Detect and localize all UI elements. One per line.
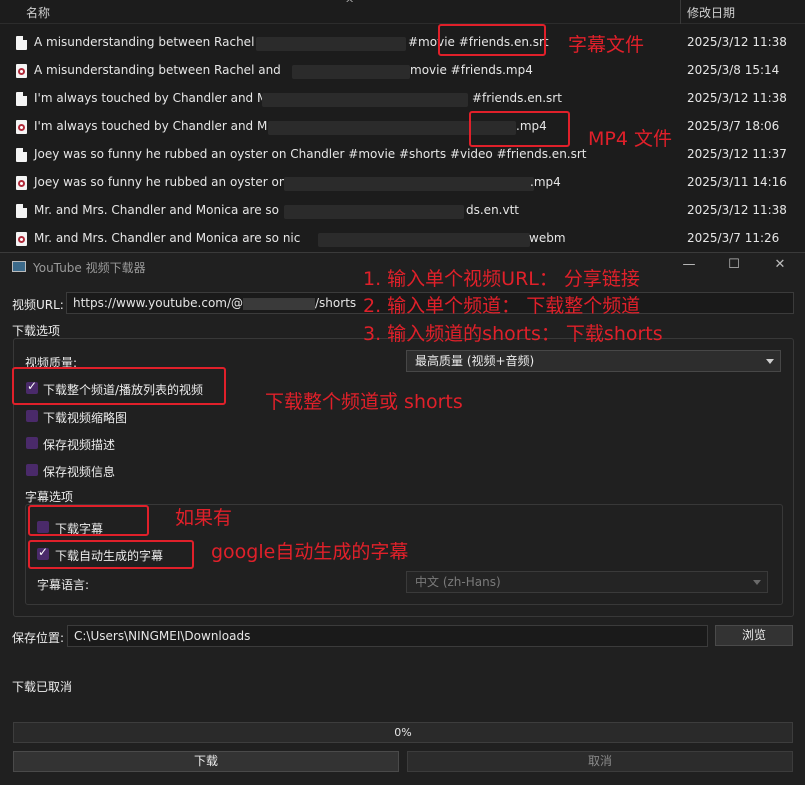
file-row[interactable]: A misunderstanding between Rachel a #mov… <box>0 30 805 58</box>
file-row[interactable]: I'm always touched by Chandler and Mo .m… <box>0 114 805 142</box>
file-date: 2025/3/7 18:06 <box>687 119 780 133</box>
download-button[interactable]: 下载 <box>13 751 399 772</box>
close-icon[interactable]: ✕ <box>770 257 790 272</box>
file-date: 2025/3/12 11:37 <box>687 147 787 161</box>
annotation-box-mp4-file <box>469 111 570 147</box>
file-date: 2025/3/8 15:14 <box>687 63 780 77</box>
document-icon <box>16 148 27 162</box>
file-row[interactable]: I'm always touched by Chandler and M #fr… <box>0 86 805 114</box>
file-name: I'm always touched by Chandler and M <box>34 91 268 105</box>
url-input-value: https://www.youtube.com/@ <box>73 296 244 310</box>
file-extension: movie #friends.mp4 <box>410 63 533 77</box>
document-icon <box>16 204 27 218</box>
save-location-input[interactable]: C:\Users\NINGMEI\Downloads <box>67 625 708 647</box>
annotation-line1: 1. 输入单个视频URL： 分享链接 <box>363 268 640 290</box>
quality-select-value: 最高质量 (视频+音频) <box>415 354 535 368</box>
url-label: 视频URL: <box>12 298 64 312</box>
checkbox-description[interactable] <box>26 437 38 449</box>
file-row[interactable]: Mr. and Mrs. Chandler and Monica are so … <box>0 226 805 254</box>
checkbox-description-label: 保存视频描述 <box>43 438 116 452</box>
window-title: YouTube 视频下载器 <box>33 261 146 275</box>
sort-caret-icon: ^ <box>345 0 355 10</box>
annotation-google-auto: google自动生成的字幕 <box>211 541 409 563</box>
cancel-button[interactable]: 取消 <box>407 751 793 772</box>
redaction-blur <box>318 233 530 247</box>
column-header-name[interactable]: 名称 <box>26 4 50 21</box>
minimize-icon[interactable]: — <box>679 257 699 272</box>
file-date: 2025/3/12 11:38 <box>687 91 787 105</box>
annotation-box-channel-option <box>12 367 226 405</box>
file-list-header: 名称 ^ 修改日期 <box>0 0 805 24</box>
file-date: 2025/3/12 11:38 <box>687 35 787 49</box>
annotation-box-subtitle-file <box>438 24 546 56</box>
annotation-subtitle-file: 字幕文件 <box>568 34 645 56</box>
file-name: Joey was so funny he rubbed an oyster on… <box>34 147 587 161</box>
file-date: 2025/3/12 11:38 <box>687 203 787 217</box>
checkbox-info[interactable] <box>26 464 38 476</box>
column-header-date[interactable]: 修改日期 <box>687 4 735 21</box>
save-location-label: 保存位置: <box>12 631 65 645</box>
download-progress-bar: 0% <box>13 722 793 743</box>
subtitle-language-select[interactable]: 中文 (zh-Hans) <box>406 571 768 593</box>
checkbox-thumbnail[interactable] <box>26 410 38 422</box>
checkbox-info-label: 保存视频信息 <box>43 465 116 479</box>
file-row[interactable]: A misunderstanding between Rachel and mo… <box>0 58 805 86</box>
redaction-blur <box>284 205 464 219</box>
file-name: A misunderstanding between Rachel a <box>34 35 266 49</box>
document-icon <box>16 92 27 106</box>
file-name: Mr. and Mrs. Chandler and Monica are so … <box>34 231 301 245</box>
browse-button[interactable]: 浏览 <box>715 625 793 646</box>
subtitle-language-label: 字幕语言: <box>37 578 90 592</box>
file-row[interactable]: Joey was so funny he rubbed an oyster on… <box>0 170 805 198</box>
video-file-icon <box>16 176 27 190</box>
chevron-down-icon <box>766 359 774 364</box>
file-row[interactable]: Mr. and Mrs. Chandler and Monica are so … <box>0 198 805 226</box>
annotation-whole-channel: 下载整个频道或 shorts <box>265 391 463 413</box>
video-file-icon <box>16 232 27 246</box>
redaction-blur <box>292 65 410 79</box>
file-row[interactable]: Joey was so funny he rubbed an oyster on… <box>0 142 805 170</box>
file-date: 2025/3/7 11:26 <box>687 231 780 245</box>
annotation-mp4-file: MP4 文件 <box>588 128 672 150</box>
video-file-icon <box>16 120 27 134</box>
file-extension: .mp4 <box>530 175 561 189</box>
checkbox-thumbnail-label: 下载视频缩略图 <box>43 411 128 425</box>
download-options-label: 下载选项 <box>12 324 61 338</box>
redaction-blur <box>243 297 316 310</box>
subtitle-options-label: 字幕选项 <box>25 490 74 504</box>
subtitle-language-value: 中文 (zh-Hans) <box>415 575 501 589</box>
video-file-icon <box>16 64 27 78</box>
file-date: 2025/3/11 14:16 <box>687 175 787 189</box>
annotation-box-auto-subtitles <box>28 540 194 569</box>
chevron-down-icon <box>753 580 761 585</box>
redaction-blur <box>284 177 534 191</box>
quality-select[interactable]: 最高质量 (视频+音频) <box>406 350 781 372</box>
annotation-if-exists: 如果有 <box>175 507 233 529</box>
url-input-value-tail: /shorts <box>315 296 357 310</box>
file-name: Joey was so funny he rubbed an oyster on <box>34 175 287 189</box>
file-explorer: 名称 ^ 修改日期 A misunderstanding between Rac… <box>0 0 805 252</box>
app-window-icon <box>12 261 26 272</box>
file-extension: webm <box>529 231 566 245</box>
file-name: Mr. and Mrs. Chandler and Monica are so <box>34 203 280 217</box>
redaction-blur <box>262 93 468 107</box>
file-name: I'm always touched by Chandler and Mo <box>34 119 275 133</box>
annotation-box-download-subtitles <box>28 505 149 536</box>
status-text: 下载已取消 <box>12 680 73 694</box>
file-extension: ds.en.vtt <box>466 203 519 217</box>
annotation-line3: 3. 输入频道的shorts： 下载shorts <box>363 323 663 345</box>
redaction-blur <box>256 37 406 51</box>
file-name: A misunderstanding between Rachel and <box>34 63 281 77</box>
file-extension: #friends.en.srt <box>472 91 562 105</box>
document-icon <box>16 36 27 50</box>
annotation-line2: 2. 输入单个频道： 下载整个频道 <box>363 295 641 317</box>
column-divider[interactable] <box>680 0 681 24</box>
maximize-icon[interactable]: ☐ <box>724 257 744 272</box>
